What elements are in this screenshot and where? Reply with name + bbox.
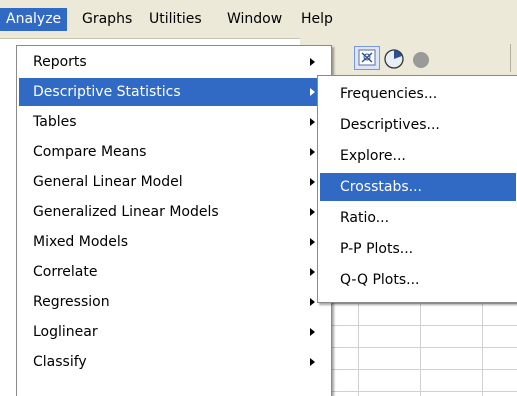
menu-item-general-linear-model[interactable]: General Linear Model [19, 168, 329, 196]
menu-item-label: Classify [33, 354, 87, 370]
menubar: Analyze Graphs Utilities Window Help [0, 0, 517, 39]
chart-icon[interactable] [382, 46, 408, 70]
menu-item-label: Descriptive Statistics [33, 84, 181, 100]
menu-item-loglinear[interactable]: Loglinear [19, 318, 329, 346]
submenu-arrow-icon [310, 88, 315, 96]
submenu-arrow-icon [310, 268, 315, 276]
select-cases-icon[interactable] [354, 46, 380, 70]
submenu-item-frequencies[interactable]: Frequencies... [320, 80, 516, 108]
menu-item-label: Generalized Linear Models [33, 204, 219, 220]
menu-help[interactable]: Help [295, 8, 339, 31]
menu-item-generalized-linear-models[interactable]: Generalized Linear Models [19, 198, 329, 226]
submenu-arrow-icon [310, 58, 315, 66]
menu-item-label: Loglinear [33, 324, 98, 340]
descriptive-statistics-submenu: Frequencies... Descriptives... Explore..… [317, 75, 517, 303]
submenu-item-ratio[interactable]: Ratio... [320, 204, 516, 232]
submenu-arrow-icon [310, 358, 315, 366]
submenu-item-explore[interactable]: Explore... [320, 142, 516, 170]
menu-item-reports[interactable]: Reports [19, 48, 329, 76]
submenu-arrow-icon [310, 238, 315, 246]
menu-item-label: Regression [33, 294, 110, 310]
menu-item-tables[interactable]: Tables [19, 108, 329, 136]
submenu-arrow-icon [310, 328, 315, 336]
submenu-arrow-icon [310, 298, 315, 306]
submenu-item-qq-plots[interactable]: Q-Q Plots... [320, 266, 516, 294]
toolbar-separator [510, 44, 511, 72]
submenu-arrow-icon [310, 148, 315, 156]
submenu-arrow-icon [310, 118, 315, 126]
menu-item-label: General Linear Model [33, 174, 183, 190]
toolbar [300, 38, 517, 78]
circle-icon[interactable] [408, 46, 434, 70]
menu-utilities[interactable]: Utilities [143, 8, 208, 31]
menu-item-correlate[interactable]: Correlate [19, 258, 329, 286]
menu-window[interactable]: Window [221, 8, 288, 31]
menu-item-label: Reports [33, 54, 87, 70]
menu-item-label: Tables [33, 114, 77, 130]
submenu-item-crosstabs[interactable]: Crosstabs... [320, 173, 516, 201]
menu-item-label: Mixed Models [33, 234, 129, 250]
menu-analyze[interactable]: Analyze [0, 8, 68, 31]
menu-item-regression[interactable]: Regression [19, 288, 329, 316]
menu-item-descriptive-statistics[interactable]: Descriptive Statistics [19, 78, 329, 106]
submenu-arrow-icon [310, 178, 315, 186]
menu-item-label: Correlate [33, 264, 98, 280]
analyze-menu: Reports Descriptive Statistics Tables Co… [16, 45, 332, 396]
menu-item-compare-means[interactable]: Compare Means [19, 138, 329, 166]
menu-item-mixed-models[interactable]: Mixed Models [19, 228, 329, 256]
menu-item-label: Compare Means [33, 144, 147, 160]
submenu-item-pp-plots[interactable]: P-P Plots... [320, 235, 516, 263]
submenu-arrow-icon [310, 208, 315, 216]
menu-graphs[interactable]: Graphs [76, 8, 138, 31]
menu-item-classify[interactable]: Classify [19, 348, 329, 376]
submenu-item-descriptives[interactable]: Descriptives... [320, 111, 516, 139]
